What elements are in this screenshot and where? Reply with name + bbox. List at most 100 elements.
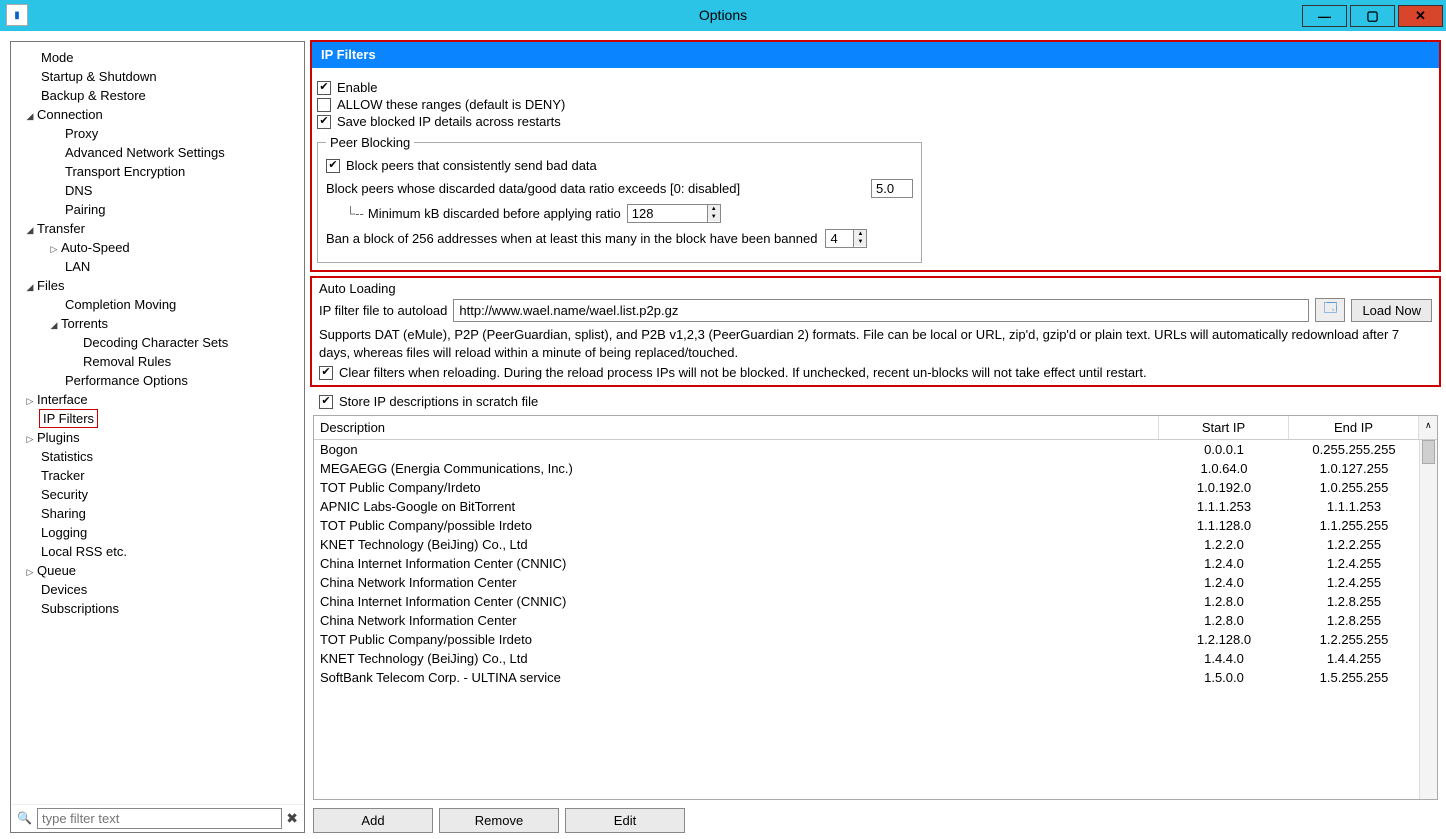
tree-item[interactable]: Security	[11, 485, 304, 504]
cell-description: Bogon	[314, 441, 1159, 458]
tree-toggle-icon[interactable]: ◢	[25, 111, 35, 122]
col-description[interactable]: Description	[314, 416, 1159, 439]
filter-clear-icon[interactable]: ✖	[286, 810, 298, 827]
save-blocked-checkbox[interactable]	[317, 115, 331, 129]
tree-item[interactable]: ◢Files	[11, 276, 304, 295]
spin-up-icon[interactable]: ▲	[708, 205, 720, 213]
tree-item[interactable]: Performance Options	[11, 371, 304, 390]
browse-button[interactable]: 🗔	[1315, 298, 1345, 322]
tree-item[interactable]: Startup & Shutdown	[11, 67, 304, 86]
tree-item-label: Proxy	[65, 126, 98, 141]
enable-checkbox[interactable]	[317, 81, 331, 95]
tree-toggle-icon[interactable]: ▷	[25, 567, 35, 578]
scrollbar[interactable]	[1419, 440, 1437, 799]
tree-toggle-icon[interactable]: ◢	[25, 282, 35, 293]
table-row[interactable]: Bogon0.0.0.10.255.255.255	[314, 440, 1419, 459]
tree-item[interactable]: Sharing	[11, 504, 304, 523]
ip-ranges-table[interactable]: Description Start IP End IP ∧ Bogon0.0.0…	[313, 415, 1438, 800]
table-row[interactable]: TOT Public Company/Irdeto1.0.192.01.0.25…	[314, 478, 1419, 497]
col-end-ip[interactable]: End IP	[1289, 416, 1419, 439]
tree-toggle-icon[interactable]: ▷	[49, 244, 59, 255]
maximize-button[interactable]: ▢	[1350, 5, 1395, 27]
filter-input[interactable]	[37, 808, 282, 829]
block-bad-checkbox[interactable]	[326, 159, 340, 173]
tree-toggle-icon[interactable]: ◢	[49, 320, 59, 331]
table-row[interactable]: KNET Technology (BeiJing) Co., Ltd1.2.2.…	[314, 535, 1419, 554]
min-kb-spinner[interactable]: ▲▼	[627, 204, 721, 223]
tree-item[interactable]: Mode	[11, 48, 304, 67]
close-button[interactable]: ✕	[1398, 5, 1443, 27]
allow-label: ALLOW these ranges (default is DENY)	[337, 97, 565, 112]
table-row[interactable]: China Network Information Center1.2.4.01…	[314, 573, 1419, 592]
table-row[interactable]: China Internet Information Center (CNNIC…	[314, 554, 1419, 573]
tree-toggle-icon[interactable]: ▷	[25, 434, 35, 445]
store-scratch-checkbox[interactable]	[319, 395, 333, 409]
minimize-button[interactable]: —	[1302, 5, 1347, 27]
cell-start-ip: 1.2.8.0	[1159, 593, 1289, 610]
remove-button[interactable]: Remove	[439, 808, 559, 833]
tree-item-label: Subscriptions	[41, 601, 119, 616]
tree-item[interactable]: Tracker	[11, 466, 304, 485]
tree-item[interactable]: Backup & Restore	[11, 86, 304, 105]
spin-down-icon[interactable]: ▼	[708, 213, 720, 221]
tree-item[interactable]: Removal Rules	[11, 352, 304, 371]
tree-item[interactable]: IP Filters	[11, 409, 304, 428]
tree-item[interactable]: Local RSS etc.	[11, 542, 304, 561]
tree-item[interactable]: Advanced Network Settings	[11, 143, 304, 162]
tree-toggle-icon[interactable]: ◢	[25, 225, 35, 236]
edit-button[interactable]: Edit	[565, 808, 685, 833]
min-kb-input[interactable]	[627, 204, 707, 223]
table-row[interactable]: SoftBank Telecom Corp. - ULTINA service1…	[314, 668, 1419, 687]
scroll-up-icon[interactable]: ∧	[1419, 416, 1437, 439]
tree-item[interactable]: ▷Plugins	[11, 428, 304, 447]
tree-item[interactable]: Decoding Character Sets	[11, 333, 304, 352]
table-row[interactable]: China Network Information Center1.2.8.01…	[314, 611, 1419, 630]
col-start-ip[interactable]: Start IP	[1159, 416, 1289, 439]
tree-item-label: IP Filters	[41, 411, 96, 426]
autoload-url-input[interactable]	[453, 299, 1309, 322]
ban-block-spinner[interactable]: ▲▼	[825, 229, 867, 248]
tree-item[interactable]: ◢Transfer	[11, 219, 304, 238]
table-row[interactable]: TOT Public Company/possible Irdeto1.2.12…	[314, 630, 1419, 649]
tree-item[interactable]: DNS	[11, 181, 304, 200]
tree-item-label: Performance Options	[65, 373, 188, 388]
load-now-button[interactable]: Load Now	[1351, 299, 1432, 322]
spin-up-icon[interactable]: ▲	[854, 230, 866, 238]
tree-toggle-icon[interactable]: ▷	[25, 396, 35, 407]
tree-item[interactable]: Transport Encryption	[11, 162, 304, 181]
cell-end-ip: 1.0.255.255	[1289, 479, 1419, 496]
tree-item[interactable]: Devices	[11, 580, 304, 599]
scroll-thumb[interactable]	[1422, 440, 1435, 464]
tree-item-label: Logging	[41, 525, 87, 540]
tree-item[interactable]: ◢Connection	[11, 105, 304, 124]
folder-icon: 🗔	[1323, 299, 1337, 321]
table-row[interactable]: TOT Public Company/possible Irdeto1.1.12…	[314, 516, 1419, 535]
spin-down-icon[interactable]: ▼	[854, 238, 866, 246]
ban-block-input[interactable]	[825, 229, 853, 248]
tree-item[interactable]: LAN	[11, 257, 304, 276]
tree-item-label: Mode	[41, 50, 74, 65]
tree-item[interactable]: ◢Torrents	[11, 314, 304, 333]
add-button[interactable]: Add	[313, 808, 433, 833]
tree-item[interactable]: Statistics	[11, 447, 304, 466]
cell-end-ip: 1.1.1.253	[1289, 498, 1419, 515]
tree-item[interactable]: Logging	[11, 523, 304, 542]
settings-tree[interactable]: ModeStartup & ShutdownBackup & Restore◢C…	[11, 42, 304, 804]
table-row[interactable]: APNIC Labs-Google on BitTorrent1.1.1.253…	[314, 497, 1419, 516]
cell-end-ip: 1.5.255.255	[1289, 669, 1419, 686]
table-row[interactable]: MEGAEGG (Energia Communications, Inc.)1.…	[314, 459, 1419, 478]
cell-end-ip: 0.255.255.255	[1289, 441, 1419, 458]
ratio-input[interactable]	[871, 179, 913, 198]
tree-item[interactable]: Pairing	[11, 200, 304, 219]
tree-item[interactable]: Completion Moving	[11, 295, 304, 314]
tree-item[interactable]: ▷Auto-Speed	[11, 238, 304, 257]
table-row[interactable]: KNET Technology (BeiJing) Co., Ltd1.4.4.…	[314, 649, 1419, 668]
tree-item[interactable]: ▷Interface	[11, 390, 304, 409]
tree-item[interactable]: Subscriptions	[11, 599, 304, 618]
tree-item[interactable]: ▷Queue	[11, 561, 304, 580]
table-row[interactable]: China Internet Information Center (CNNIC…	[314, 592, 1419, 611]
allow-checkbox[interactable]	[317, 98, 331, 112]
tree-item[interactable]: Proxy	[11, 124, 304, 143]
cell-end-ip: 1.2.255.255	[1289, 631, 1419, 648]
clear-filters-checkbox[interactable]	[319, 366, 333, 380]
